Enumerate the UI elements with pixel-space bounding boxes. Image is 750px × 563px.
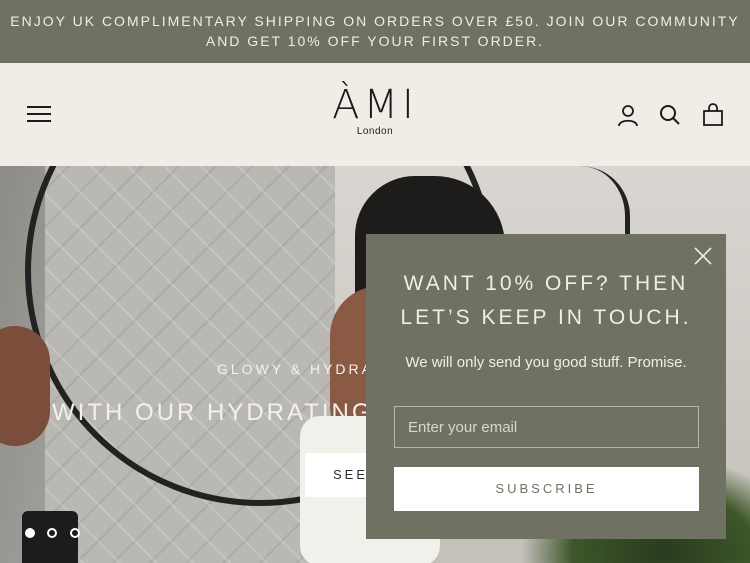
slide-dot-2[interactable] [47, 528, 58, 538]
announcement-text: ENJOY UK COMPLIMENTARY SHIPPING ON ORDER… [10, 13, 740, 49]
slide-dots [25, 525, 88, 543]
popup-title: WANT 10% OFF? THEN LET’S KEEP IN TOUCH. [366, 267, 726, 335]
close-icon[interactable] [694, 247, 712, 265]
logo-main: ÀMI [332, 82, 418, 128]
newsletter-popup: WANT 10% OFF? THEN LET’S KEEP IN TOUCH. … [366, 234, 726, 539]
popup-title-line-1: WANT 10% OFF? THEN [403, 272, 689, 295]
hero-hand [0, 326, 50, 446]
search-icon[interactable] [658, 103, 682, 127]
popup-subtitle: We will only send you good stuff. Promis… [405, 354, 687, 371]
hero-eyebrow: GLOWY & HYDRA [217, 361, 374, 377]
hero-title: WITH OUR HYDRATING [52, 399, 374, 426]
email-input[interactable] [394, 406, 699, 448]
announcement-bar: ENJOY UK COMPLIMENTARY SHIPPING ON ORDER… [0, 0, 750, 63]
account-icon[interactable] [616, 103, 640, 127]
logo[interactable]: ÀMI London [300, 83, 450, 138]
subscribe-button[interactable]: SUBSCRIBE [394, 467, 699, 511]
logo-sub: London [356, 126, 394, 137]
slide-dot-3[interactable] [69, 528, 80, 538]
cart-icon[interactable] [701, 103, 725, 127]
popup-title-line-2: LET’S KEEP IN TOUCH. [400, 306, 692, 329]
site-header: ÀMI London [0, 63, 750, 166]
slide-dot-1[interactable] [25, 528, 35, 538]
menu-icon[interactable] [27, 106, 51, 124]
